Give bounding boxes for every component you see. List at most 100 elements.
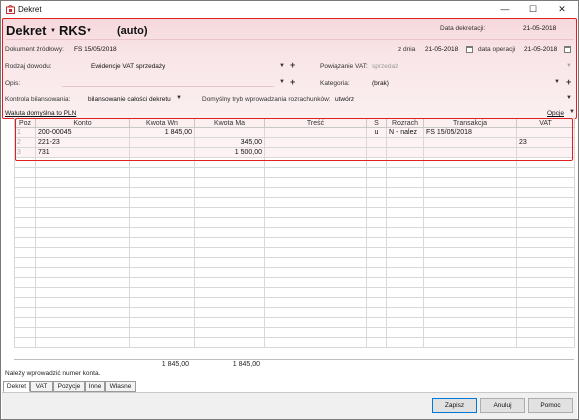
document-type-selector[interactable]: Dekret [6,23,46,38]
empty-table-row[interactable] [14,317,575,328]
empty-cell[interactable] [129,257,195,268]
tab-dekret[interactable]: Dekret [3,381,30,392]
empty-cell[interactable] [264,247,367,258]
empty-cell[interactable] [516,317,575,328]
cell-transakcja[interactable] [423,137,517,148]
empty-cell[interactable] [386,257,424,268]
empty-cell[interactable] [423,287,517,298]
options-menu[interactable]: Opcje [547,110,564,117]
empty-cell[interactable] [516,307,575,318]
empty-cell[interactable] [423,157,517,168]
empty-table-row[interactable] [14,197,575,208]
empty-cell[interactable] [194,297,265,308]
tab-inne[interactable]: Inne [85,381,105,392]
empty-cell[interactable] [35,177,130,188]
register-selector[interactable]: RKS [59,23,86,38]
empty-cell[interactable] [14,227,36,238]
empty-cell[interactable] [264,297,367,308]
empty-cell[interactable] [35,167,130,178]
empty-cell[interactable] [264,327,367,338]
cancel-button[interactable]: Anuluj [480,398,525,413]
empty-cell[interactable] [194,237,265,248]
empty-cell[interactable] [516,327,575,338]
empty-cell[interactable] [423,167,517,178]
empty-cell[interactable] [423,317,517,328]
empty-cell[interactable] [129,167,195,178]
empty-cell[interactable] [194,277,265,288]
cell-s[interactable] [366,147,387,158]
empty-table-row[interactable] [14,307,575,318]
empty-cell[interactable] [516,337,575,348]
cell-kwota-ma[interactable]: 345,00 [194,137,265,148]
empty-cell[interactable] [14,177,36,188]
empty-cell[interactable] [423,267,517,278]
empty-table-row[interactable] [14,157,575,168]
empty-cell[interactable] [35,297,130,308]
empty-cell[interactable] [423,257,517,268]
empty-cell[interactable] [14,327,36,338]
category-select[interactable]: (brak) [372,80,389,87]
empty-cell[interactable] [194,167,265,178]
empty-cell[interactable] [366,287,387,298]
empty-cell[interactable] [386,287,424,298]
empty-cell[interactable] [366,257,387,268]
empty-cell[interactable] [194,337,265,348]
empty-cell[interactable] [516,167,575,178]
default-mode-select[interactable]: utwórz [335,96,354,103]
empty-cell[interactable] [516,247,575,258]
empty-cell[interactable] [129,277,195,288]
cell-poz[interactable]: 3 [14,147,36,158]
empty-cell[interactable] [386,277,424,288]
cell-tresc[interactable] [264,147,367,158]
empty-cell[interactable] [386,207,424,218]
empty-cell[interactable] [516,277,575,288]
empty-cell[interactable] [35,217,130,228]
empty-cell[interactable] [194,177,265,188]
cell-transakcja[interactable]: FS 15/05/2018 [423,127,517,138]
empty-cell[interactable] [386,247,424,258]
empty-table-row[interactable] [14,287,575,298]
empty-cell[interactable] [194,227,265,238]
empty-cell[interactable] [264,287,367,298]
empty-cell[interactable] [366,317,387,328]
add-icon[interactable]: + [566,77,571,87]
empty-table-row[interactable] [14,187,575,198]
empty-cell[interactable] [14,237,36,248]
empty-cell[interactable] [386,307,424,318]
empty-cell[interactable] [14,297,36,308]
empty-cell[interactable] [129,267,195,278]
empty-cell[interactable] [366,297,387,308]
empty-cell[interactable] [386,267,424,278]
cell-s[interactable] [366,137,387,148]
empty-cell[interactable] [129,207,195,218]
empty-cell[interactable] [264,267,367,278]
chevron-down-icon[interactable]: ▼ [279,79,285,85]
empty-table-row[interactable] [14,247,575,258]
empty-cell[interactable] [516,287,575,298]
cell-poz[interactable]: 2 [14,137,36,148]
empty-cell[interactable] [386,327,424,338]
tab-vat[interactable]: VAT [30,381,53,392]
cell-vat[interactable]: 23 [516,137,575,148]
empty-cell[interactable] [194,197,265,208]
empty-cell[interactable] [423,217,517,228]
empty-table-row[interactable] [14,167,575,178]
empty-cell[interactable] [194,207,265,218]
empty-cell[interactable] [366,167,387,178]
empty-cell[interactable] [386,227,424,238]
source-document-field[interactable]: FS 15/05/2018 [74,46,117,53]
cell-vat[interactable] [516,127,575,138]
empty-cell[interactable] [14,257,36,268]
maximize-button[interactable]: ☐ [519,1,547,18]
empty-cell[interactable] [423,197,517,208]
empty-cell[interactable] [366,267,387,278]
empty-cell[interactable] [516,227,575,238]
chevron-down-icon[interactable]: ▼ [279,63,285,69]
empty-cell[interactable] [264,207,367,218]
cell-tresc[interactable] [264,137,367,148]
empty-cell[interactable] [264,227,367,238]
empty-cell[interactable] [129,317,195,328]
empty-cell[interactable] [516,187,575,198]
table-row[interactable]: 2 221-23 345,00 23 [14,137,575,148]
empty-cell[interactable] [264,337,367,348]
